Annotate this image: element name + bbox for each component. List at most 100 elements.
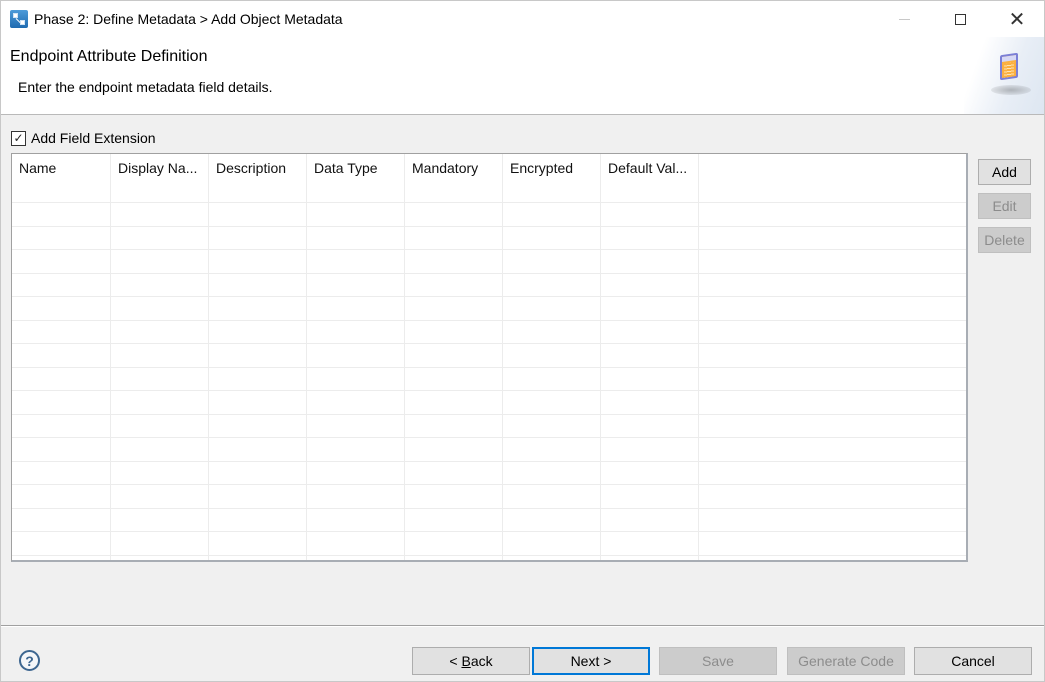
table-cell [601, 250, 699, 273]
table-cell [12, 438, 111, 461]
table-cell [111, 226, 209, 249]
column-header-display-name[interactable]: Display Na... [111, 154, 209, 202]
page-description: Enter the endpoint metadata field detail… [18, 79, 273, 95]
table-cell [307, 555, 405, 560]
window-title: Phase 2: Define Metadata > Add Object Me… [34, 11, 343, 27]
table-cell [405, 297, 503, 320]
table-cell [405, 320, 503, 343]
table-cell [307, 532, 405, 555]
table-cell [12, 508, 111, 531]
table-cell [12, 367, 111, 390]
generate-code-button[interactable]: Generate Code [787, 647, 905, 675]
table-row [12, 484, 966, 508]
table-body [12, 202, 966, 560]
table-cell [307, 320, 405, 343]
column-header-mandatory[interactable]: Mandatory [405, 154, 503, 202]
table-cell [601, 344, 699, 367]
table-cell [12, 297, 111, 320]
back-button[interactable]: < Back [412, 647, 530, 675]
table-cell [601, 203, 699, 226]
table-row [12, 437, 966, 461]
add-field-extension-checkbox[interactable]: ✓ Add Field Extension [11, 130, 156, 146]
delete-button[interactable]: Delete [978, 227, 1031, 253]
table-cell [405, 391, 503, 414]
table-cell [503, 555, 601, 560]
table-cell [209, 508, 307, 531]
add-button[interactable]: Add [978, 159, 1031, 185]
table-cell [503, 532, 601, 555]
table-cell [307, 461, 405, 484]
table-cell [307, 203, 405, 226]
table-row [12, 319, 966, 343]
spreadsheet-icon [1000, 52, 1018, 81]
cancel-button[interactable]: Cancel [914, 647, 1032, 675]
table-cell [405, 414, 503, 437]
help-icon[interactable]: ? [19, 650, 40, 671]
table-cell [12, 485, 111, 508]
table-cell [12, 226, 111, 249]
table-cell [601, 438, 699, 461]
table-row [12, 343, 966, 367]
table-cell [209, 485, 307, 508]
wizard-banner: Endpoint Attribute Definition Enter the … [1, 37, 1044, 115]
table-cell [405, 344, 503, 367]
table-cell [209, 532, 307, 555]
table-cell [209, 391, 307, 414]
table-cell [307, 508, 405, 531]
table-header: Name Display Na... Description Data Type… [12, 154, 966, 202]
table-cell [405, 226, 503, 249]
table-cell [209, 203, 307, 226]
table-cell [503, 438, 601, 461]
column-header-description[interactable]: Description [209, 154, 307, 202]
table-cell [12, 273, 111, 296]
table-cell [601, 414, 699, 437]
table-cell [12, 203, 111, 226]
table-cell [307, 485, 405, 508]
table-cell [111, 320, 209, 343]
table-cell [307, 273, 405, 296]
footer-divider [1, 625, 1044, 627]
table-cell [12, 461, 111, 484]
table-cell [503, 297, 601, 320]
table-cell [209, 414, 307, 437]
column-header-encrypted[interactable]: Encrypted [503, 154, 601, 202]
table-cell [209, 250, 307, 273]
next-button[interactable]: Next > [532, 647, 650, 675]
table-cell [12, 320, 111, 343]
minimize-button[interactable] [881, 1, 927, 37]
table-cell [209, 226, 307, 249]
table-cell [111, 250, 209, 273]
table-cell [111, 273, 209, 296]
checkbox-label: Add Field Extension [31, 130, 156, 146]
column-header-name[interactable]: Name [12, 154, 111, 202]
column-header-default-value[interactable]: Default Val... [601, 154, 699, 202]
table-cell [503, 367, 601, 390]
checkbox-checked-icon[interactable]: ✓ [11, 130, 26, 146]
table-cell [503, 461, 601, 484]
minimize-icon [898, 18, 910, 20]
close-button[interactable]: ✕ [994, 1, 1040, 37]
table-cell [209, 297, 307, 320]
table-cell [12, 391, 111, 414]
table-cell [601, 226, 699, 249]
table-cell [601, 391, 699, 414]
table-cell [111, 297, 209, 320]
maximize-button[interactable] [937, 1, 983, 37]
close-icon: ✕ [1008, 8, 1026, 31]
table-cell [209, 438, 307, 461]
table-cell [12, 532, 111, 555]
table-cell [601, 297, 699, 320]
save-button[interactable]: Save [659, 647, 777, 675]
table-cell [111, 414, 209, 437]
table-row [12, 531, 966, 555]
edit-button[interactable]: Edit [978, 193, 1031, 219]
table-row [12, 272, 966, 296]
table-cell [503, 250, 601, 273]
field-table[interactable]: Name Display Na... Description Data Type… [11, 153, 968, 562]
table-cell [503, 273, 601, 296]
table-cell [405, 555, 503, 560]
column-header-data-type[interactable]: Data Type [307, 154, 405, 202]
table-cell [111, 461, 209, 484]
table-cell [405, 438, 503, 461]
table-cell [209, 367, 307, 390]
